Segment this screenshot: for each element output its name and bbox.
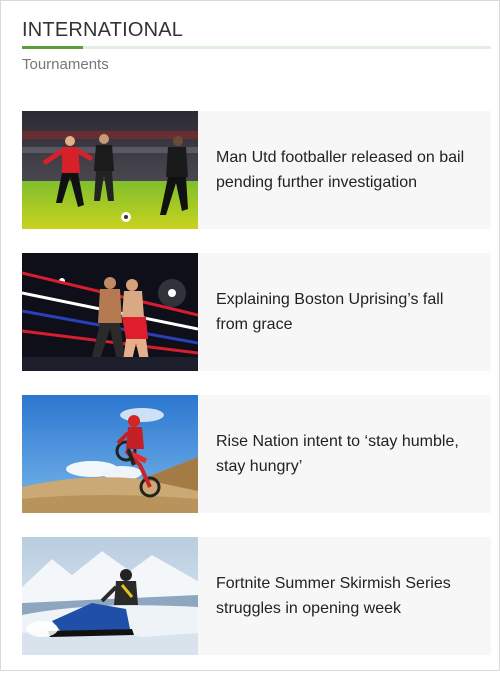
- news-widget: INTERNATIONAL Tournaments Man Utd footba…: [0, 0, 500, 671]
- article-headline[interactable]: Rise Nation intent to ‘stay humble, stay…: [198, 395, 491, 513]
- article-headline[interactable]: Man Utd footballer released on bail pend…: [198, 111, 491, 229]
- section-title: INTERNATIONAL: [22, 19, 184, 41]
- article-card[interactable]: Explaining Boston Uprising’s fall from g…: [22, 253, 491, 371]
- snowmobile-mountain-photo[interactable]: [22, 537, 198, 655]
- football-match-photo[interactable]: [22, 111, 198, 229]
- article-card[interactable]: Rise Nation intent to ‘stay humble, stay…: [22, 395, 491, 513]
- article-card[interactable]: Man Utd footballer released on bail pend…: [22, 111, 491, 229]
- article-card[interactable]: Fortnite Summer Skirmish Series struggle…: [22, 537, 491, 655]
- section-divider: [22, 46, 491, 49]
- article-headline[interactable]: Fortnite Summer Skirmish Series struggle…: [198, 537, 491, 655]
- article-headline[interactable]: Explaining Boston Uprising’s fall from g…: [198, 253, 491, 371]
- article-list: Man Utd footballer released on bail pend…: [22, 111, 491, 679]
- section-subtitle: Tournaments: [22, 56, 109, 73]
- boxing-ring-photo[interactable]: [22, 253, 198, 371]
- motocross-jump-photo[interactable]: [22, 395, 198, 513]
- section-header: INTERNATIONAL Tournaments: [22, 17, 491, 74]
- section-accent-bar: [22, 46, 83, 49]
